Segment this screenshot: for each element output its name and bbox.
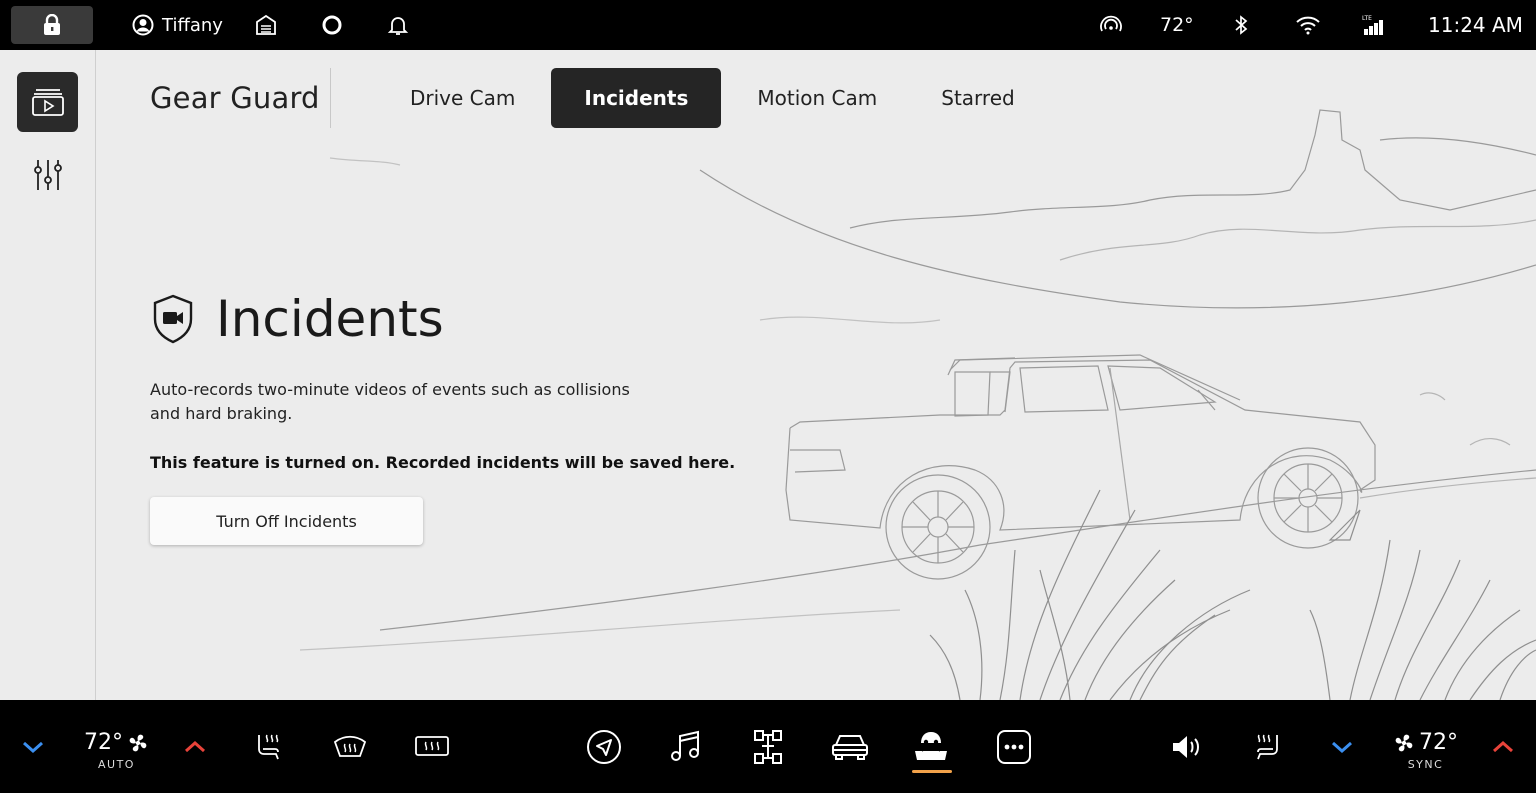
volume-icon <box>1173 735 1199 758</box>
outside-temperature: 72° <box>1160 14 1194 36</box>
left-climate-mode: AUTO <box>98 758 135 771</box>
side-rail <box>0 50 96 700</box>
passenger-seat-heat-button[interactable] <box>1250 700 1286 793</box>
incidents-heading: Incidents <box>150 290 444 348</box>
chevron-down-icon <box>1332 741 1352 753</box>
feature-description: Auto-records two-minute videos of events… <box>150 380 630 423</box>
drive-modes-button[interactable] <box>747 700 789 793</box>
chevron-up-icon <box>1493 740 1513 752</box>
clock: 11:24 AM <box>1428 13 1523 37</box>
rear-defrost-icon <box>415 735 449 756</box>
left-temp-value: 72° <box>84 730 123 755</box>
cellular-signal-icon: LTE <box>1362 15 1383 35</box>
tab-drive-cam[interactable]: Drive Cam <box>382 68 543 128</box>
app-title: Gear Guard <box>150 81 320 115</box>
front-defrost-icon <box>333 735 367 757</box>
status-bar: Tiffany 72° LTE 11:24 AM <box>0 0 1536 50</box>
tab-motion-cam[interactable]: Motion Cam <box>729 68 905 128</box>
rail-item-settings[interactable] <box>17 145 78 205</box>
right-temp-up-button[interactable] <box>1488 700 1518 793</box>
header-divider <box>330 68 331 128</box>
garage-icon <box>256 14 276 35</box>
right-temp-down-button[interactable] <box>1327 700 1357 793</box>
bottom-dock: 72° AUTO 72° SYNC <box>0 700 1536 793</box>
main-content: Gear Guard Drive Cam Incidents Motion Ca… <box>0 50 1536 700</box>
chevron-up-icon <box>185 740 205 752</box>
right-climate-mode: SYNC <box>1407 758 1444 771</box>
navigation-icon <box>587 729 621 764</box>
tab-incidents[interactable]: Incidents <box>551 68 722 128</box>
bell-icon <box>387 17 409 35</box>
hotspot-status[interactable] <box>1098 0 1124 50</box>
lock-button[interactable] <box>11 6 93 44</box>
left-temp-down-button[interactable] <box>18 700 48 793</box>
alexa-icon <box>322 15 342 35</box>
fan-icon <box>1395 734 1413 751</box>
wifi-icon <box>1296 16 1320 35</box>
lock-icon <box>44 14 60 35</box>
truck-landscape-illustration <box>299 109 1536 700</box>
right-temp-value: 72° <box>1419 730 1458 755</box>
seat-heat-icon <box>258 734 279 759</box>
active-app-indicator <box>912 770 952 773</box>
hotspot-icon <box>1100 15 1122 32</box>
chevron-down-icon <box>23 741 43 753</box>
sliders-icon <box>33 160 62 190</box>
bluetooth-icon <box>1235 15 1248 35</box>
alexa-button[interactable] <box>321 0 343 50</box>
more-apps-button[interactable] <box>993 700 1035 793</box>
drive-modes-icon <box>754 729 782 764</box>
profile-button[interactable]: Tiffany <box>132 0 223 50</box>
right-climate[interactable]: 72° SYNC <box>1393 730 1458 771</box>
turn-off-incidents-button[interactable]: Turn Off Incidents <box>150 497 423 545</box>
user-icon <box>132 14 154 36</box>
front-defrost-button[interactable] <box>330 700 370 793</box>
driver-seat-heat-button[interactable] <box>250 700 286 793</box>
wifi-status[interactable] <box>1295 0 1321 50</box>
fan-icon <box>129 734 147 751</box>
tab-starred[interactable]: Starred <box>913 68 1042 128</box>
seat-heat-icon <box>1257 734 1278 759</box>
music-icon <box>671 730 699 761</box>
svg-text:LTE: LTE <box>1362 15 1372 22</box>
more-icon <box>997 729 1031 764</box>
notifications-button[interactable] <box>387 0 409 50</box>
cellular-status[interactable]: LTE <box>1362 0 1386 50</box>
gear-guard-button[interactable] <box>909 700 953 793</box>
user-name: Tiffany <box>162 14 223 36</box>
music-button[interactable] <box>665 700 707 793</box>
rear-defrost-button[interactable] <box>412 700 452 793</box>
bluetooth-status[interactable] <box>1234 0 1248 50</box>
tab-bar: Drive Cam Incidents Motion Cam Starred <box>382 68 1051 128</box>
shield-camera-icon <box>153 294 193 344</box>
app-header: Gear Guard <box>150 68 320 128</box>
volume-button[interactable] <box>1167 700 1207 793</box>
camera-library-icon <box>31 89 64 116</box>
navigation-button[interactable] <box>583 700 625 793</box>
gear-guard-icon <box>915 731 947 760</box>
feature-status-note: This feature is turned on. Recorded inci… <box>150 453 736 472</box>
page-title: Incidents <box>216 290 444 348</box>
vehicle-button[interactable] <box>828 700 872 793</box>
rail-item-recordings[interactable] <box>17 72 78 132</box>
vehicle-icon <box>832 734 868 760</box>
garage-button[interactable] <box>255 0 277 50</box>
left-temp-up-button[interactable] <box>180 700 210 793</box>
left-climate[interactable]: 72° AUTO <box>84 730 149 771</box>
